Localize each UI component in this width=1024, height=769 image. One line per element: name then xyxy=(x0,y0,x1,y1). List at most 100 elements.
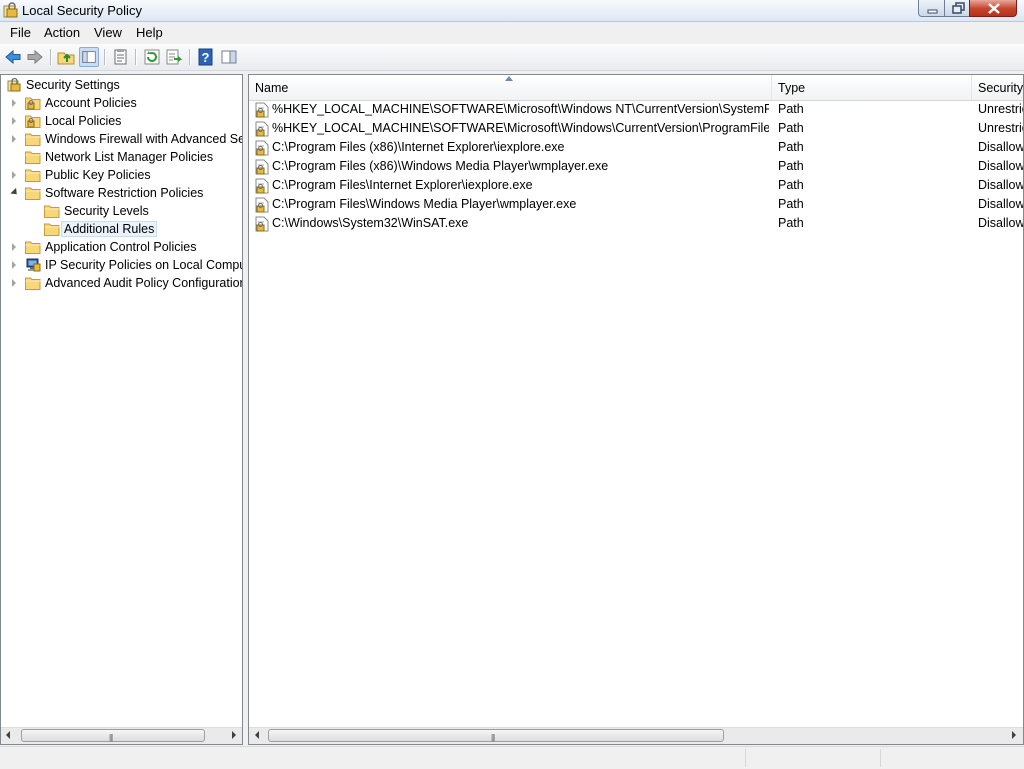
tree-item-label: Security Levels xyxy=(64,204,149,218)
column-label: Security xyxy=(978,81,1024,95)
path-rule-icon xyxy=(255,178,269,194)
rule-security-level: Disallow xyxy=(978,178,1024,192)
lock-folder-icon xyxy=(25,97,41,110)
results-list[interactable]: Name Type Security %HKEY_LOCAL_MACHINE\S… xyxy=(248,74,1024,745)
folder-icon xyxy=(25,241,41,254)
folder-icon xyxy=(25,277,41,290)
console-tree[interactable]: Security Settings Account Policies Local… xyxy=(0,74,243,745)
expand-arrow-icon[interactable] xyxy=(12,99,16,107)
close-button[interactable] xyxy=(969,0,1017,17)
restore-button[interactable] xyxy=(944,0,970,17)
menu-file[interactable]: File xyxy=(10,25,31,40)
expand-arrow-icon[interactable] xyxy=(12,135,16,143)
export-list-icon[interactable] xyxy=(164,47,184,67)
list-item[interactable]: C:\Program Files\Windows Media Player\wm… xyxy=(249,195,1024,214)
expand-arrow-icon[interactable] xyxy=(12,243,16,251)
tree-item-local-policies[interactable]: Local Policies xyxy=(1,113,242,130)
properties-icon[interactable] xyxy=(110,47,130,67)
rule-name: C:\Program Files (x86)\Internet Explorer… xyxy=(272,140,565,154)
tree-item-label: Local Policies xyxy=(45,114,122,128)
path-rule-icon xyxy=(255,197,269,213)
scrollbar-thumb[interactable]: ||| xyxy=(21,729,205,742)
restore-icon xyxy=(952,2,965,14)
list-item[interactable]: C:\Program Files (x86)\Windows Media Pla… xyxy=(249,157,1023,176)
forward-arrow-icon[interactable] xyxy=(25,47,45,67)
tree-item-ip-security-policies[interactable]: IP Security Policies on Local Compute xyxy=(1,257,243,274)
column-header-security[interactable]: Security xyxy=(972,75,1024,100)
tree-item-windows-firewall[interactable]: Windows Firewall with Advanced Secu xyxy=(1,131,243,148)
refresh-icon[interactable] xyxy=(142,47,162,67)
scroll-left-icon[interactable] xyxy=(6,731,10,739)
scroll-left-icon[interactable] xyxy=(255,731,259,739)
path-rule-icon xyxy=(255,159,269,175)
show-hide-console-tree-icon[interactable] xyxy=(79,47,99,67)
column-header-name[interactable]: Name xyxy=(249,75,772,100)
expand-arrow-icon[interactable] xyxy=(12,261,16,269)
rule-name: C:\Program Files\Internet Explorer\iexpl… xyxy=(272,178,533,192)
rule-type: Path xyxy=(778,216,804,230)
expand-arrow-icon[interactable] xyxy=(12,117,16,125)
scrollbar-thumb[interactable]: ||| xyxy=(268,729,724,742)
rule-type: Path xyxy=(778,159,804,173)
column-header-type[interactable]: Type xyxy=(772,75,972,100)
help-icon[interactable]: ? xyxy=(196,47,216,67)
window-title: Local Security Policy xyxy=(22,3,142,18)
tree-item-advanced-audit-policy[interactable]: Advanced Audit Policy Configuration xyxy=(1,275,242,292)
tree-item-network-list-manager[interactable]: Network List Manager Policies xyxy=(1,149,242,166)
expand-arrow-icon[interactable] xyxy=(12,171,16,179)
toolbar: ? xyxy=(0,44,1024,71)
tree-item-account-policies[interactable]: Account Policies xyxy=(1,95,242,112)
expand-arrow-icon[interactable] xyxy=(12,279,16,287)
collapse-arrow-icon[interactable] xyxy=(10,187,20,198)
svg-text:?: ? xyxy=(202,50,210,65)
scroll-right-icon[interactable] xyxy=(232,731,236,739)
rule-type: Path xyxy=(778,140,804,154)
list-item[interactable]: C:\Program Files (x86)\Internet Explorer… xyxy=(249,138,1024,157)
status-bar-divider xyxy=(745,749,746,767)
rule-name: C:\Program Files (x86)\Windows Media Pla… xyxy=(272,159,609,173)
tree-item-label: Network List Manager Policies xyxy=(45,150,214,164)
status-bar xyxy=(0,746,1024,769)
tree-item-label: Account Policies xyxy=(45,96,137,110)
rule-name: %HKEY_LOCAL_MACHINE\SOFTWARE\Microsoft\W… xyxy=(272,102,769,116)
tree-item-public-key-policies[interactable]: Public Key Policies xyxy=(1,167,242,184)
sort-ascending-icon xyxy=(505,76,513,81)
tree-item-label: IP Security Policies on Local Compute xyxy=(45,258,243,272)
folder-icon xyxy=(25,169,41,182)
lock-folder-icon xyxy=(25,115,41,128)
rule-type: Path xyxy=(778,197,804,211)
tree-item-label: Public Key Policies xyxy=(45,168,151,182)
list-item[interactable]: %HKEY_LOCAL_MACHINE\SOFTWARE\Microsoft\W… xyxy=(249,119,1023,138)
rule-security-level: Disallow xyxy=(978,140,1024,154)
tree-item-security-settings[interactable]: Security Settings xyxy=(1,77,242,94)
list-item[interactable]: C:\Program Files\Internet Explorer\iexpl… xyxy=(249,176,1024,195)
tree-item-label: Windows Firewall with Advanced Secu xyxy=(45,132,243,146)
folder-icon xyxy=(25,133,41,146)
menu-help[interactable]: Help xyxy=(136,25,163,40)
scroll-right-icon[interactable] xyxy=(1012,731,1016,739)
menu-view[interactable]: View xyxy=(94,25,122,40)
back-arrow-icon[interactable] xyxy=(3,47,23,67)
minimize-icon xyxy=(927,9,938,14)
tree-horizontal-scrollbar[interactable]: ||| xyxy=(1,727,242,744)
path-rule-icon xyxy=(255,121,269,137)
list-item[interactable]: C:\Windows\System32\WinSAT.exe Path Disa… xyxy=(249,214,1024,233)
tree-item-software-restriction-policies[interactable]: Software Restriction Policies xyxy=(1,185,242,202)
show-hide-action-pane-icon[interactable] xyxy=(219,47,239,67)
rule-security-level: Disallow xyxy=(978,216,1024,230)
rule-type: Path xyxy=(778,178,804,192)
list-horizontal-scrollbar[interactable]: ||| xyxy=(249,727,1023,744)
tree-item-label: Application Control Policies xyxy=(45,240,197,254)
local-security-policy-icon xyxy=(3,2,18,18)
minimize-button[interactable] xyxy=(918,0,945,17)
list-item[interactable]: %HKEY_LOCAL_MACHINE\SOFTWARE\Microsoft\W… xyxy=(249,100,1024,119)
status-bar-divider xyxy=(880,749,881,767)
up-folder-icon[interactable] xyxy=(56,47,76,67)
tree-item-additional-rules[interactable]: Additional Rules xyxy=(1,221,242,238)
ip-security-icon xyxy=(26,258,41,272)
tree-item-security-levels[interactable]: Security Levels xyxy=(1,203,242,220)
rule-security-level: Disallow xyxy=(978,197,1024,211)
menu-action[interactable]: Action xyxy=(44,25,80,40)
rule-security-level: Unrestric xyxy=(978,102,1024,116)
tree-item-application-control-policies[interactable]: Application Control Policies xyxy=(1,239,242,256)
